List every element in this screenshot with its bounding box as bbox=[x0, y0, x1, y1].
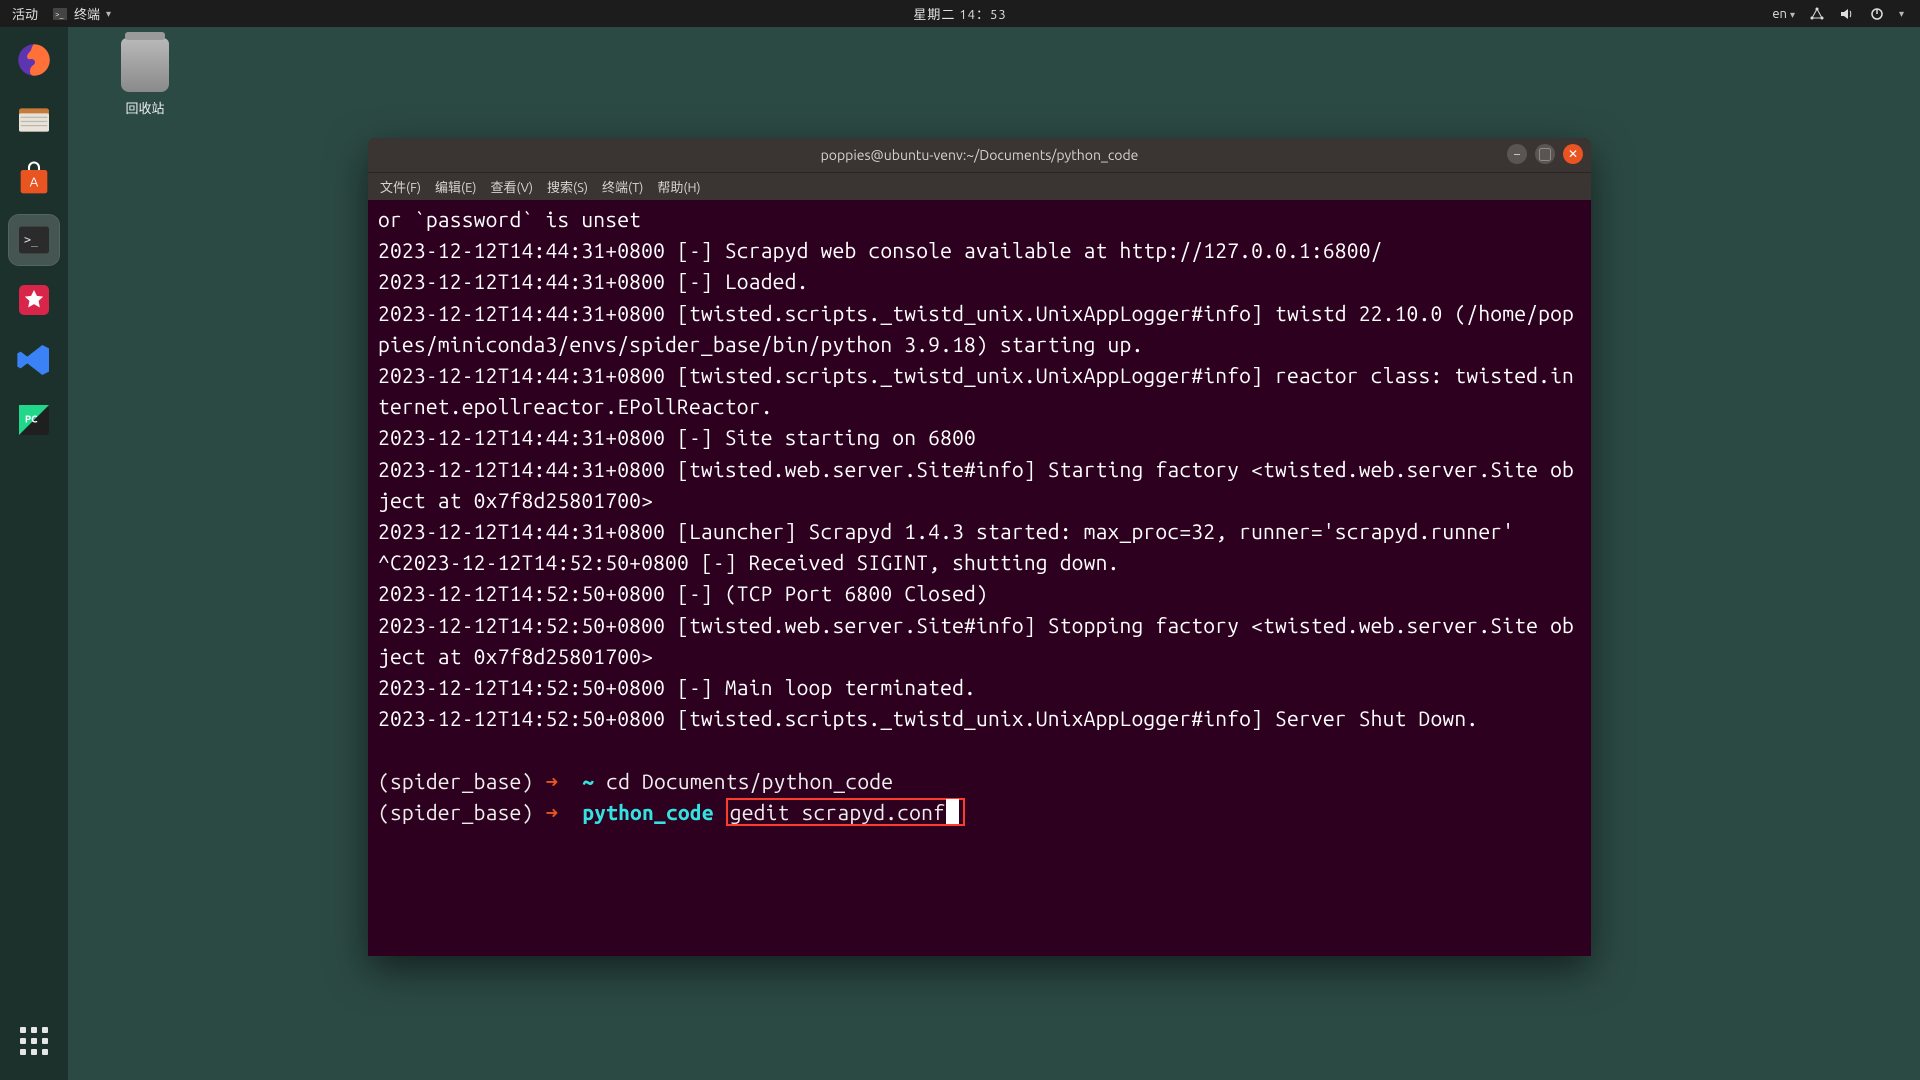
show-applications[interactable] bbox=[9, 1016, 59, 1066]
dock-software[interactable]: A bbox=[9, 155, 59, 205]
input-language[interactable]: en ▾ bbox=[1772, 7, 1795, 21]
highlighted-command: gedit scrapyd.conf bbox=[726, 798, 965, 826]
window-title: poppies@ubuntu-venv:~/Documents/python_c… bbox=[821, 147, 1139, 163]
window-close-button[interactable]: ✕ bbox=[1563, 144, 1583, 164]
window-maximize-button[interactable]: ▢ bbox=[1535, 144, 1555, 164]
prompt-dir: python_code bbox=[582, 800, 714, 824]
prompt-dir: ~ bbox=[582, 769, 594, 793]
dock: A >_ PC bbox=[0, 27, 68, 1080]
dock-pycharm[interactable]: PC bbox=[9, 395, 59, 445]
window-minimize-button[interactable]: – bbox=[1507, 144, 1527, 164]
trash-icon bbox=[121, 38, 169, 92]
svg-text:PC: PC bbox=[25, 414, 38, 425]
log-line: 2023-12-12T14:44:31+0800 [twisted.script… bbox=[378, 301, 1574, 356]
dock-files[interactable] bbox=[9, 95, 59, 145]
log-line: 2023-12-12T14:44:31+0800 [Launcher] Scra… bbox=[378, 519, 1514, 543]
terminal-titlebar[interactable]: poppies@ubuntu-venv:~/Documents/python_c… bbox=[368, 138, 1591, 172]
svg-text:>_: >_ bbox=[24, 232, 39, 246]
volume-icon[interactable] bbox=[1839, 6, 1855, 22]
log-line: 2023-12-12T14:44:31+0800 [-] Site starti… bbox=[378, 425, 976, 449]
log-line: 2023-12-12T14:44:31+0800 [twisted.web.se… bbox=[378, 457, 1574, 512]
log-line: ^C2023-12-12T14:52:50+0800 [-] Received … bbox=[378, 550, 1120, 574]
gnome-top-panel: 活动 >_ 终端 ▾ 星期二 14：53 en ▾ ▾ bbox=[0, 0, 1920, 27]
app-menu-label: 终端 bbox=[74, 4, 100, 23]
menu-help[interactable]: 帮助(H) bbox=[657, 177, 700, 196]
log-line: 2023-12-12T14:44:31+0800 [-] Loaded. bbox=[378, 269, 809, 293]
activities-button[interactable]: 活动 bbox=[12, 4, 38, 23]
terminal-window: poppies@ubuntu-venv:~/Documents/python_c… bbox=[368, 138, 1591, 956]
prompt-command: cd Documents/python_code bbox=[606, 769, 893, 793]
prompt-env: (spider_base) bbox=[378, 769, 533, 793]
prompt-arrow: ➜ bbox=[545, 769, 558, 793]
terminal-icon: >_ bbox=[52, 6, 68, 22]
chevron-down-icon: ▾ bbox=[106, 8, 111, 20]
menu-search[interactable]: 搜索(S) bbox=[547, 177, 588, 196]
power-icon[interactable] bbox=[1869, 6, 1885, 22]
menu-edit[interactable]: 编辑(E) bbox=[435, 177, 476, 196]
log-line: or `password` is unset bbox=[378, 207, 641, 231]
terminal-output[interactable]: or `password` is unset 2023-12-12T14:44:… bbox=[368, 200, 1591, 838]
prompt-arrow: ➜ bbox=[545, 800, 558, 824]
menu-view[interactable]: 查看(V) bbox=[491, 177, 533, 196]
prompt-env: (spider_base) bbox=[378, 800, 533, 824]
log-line: 2023-12-12T14:44:31+0800 [twisted.script… bbox=[378, 363, 1574, 418]
svg-text:>_: >_ bbox=[55, 10, 64, 19]
log-line: 2023-12-12T14:44:31+0800 [-] Scrapyd web… bbox=[378, 238, 1383, 262]
dock-terminal[interactable]: >_ bbox=[9, 215, 59, 265]
clock[interactable]: 星期二 14：53 bbox=[913, 4, 1006, 23]
menu-file[interactable]: 文件(F) bbox=[380, 177, 421, 196]
cursor bbox=[946, 799, 959, 824]
log-line: 2023-12-12T14:52:50+0800 [-] Main loop t… bbox=[378, 675, 976, 699]
network-icon[interactable] bbox=[1809, 6, 1825, 22]
dock-starred[interactable] bbox=[9, 275, 59, 325]
log-line: 2023-12-12T14:52:50+0800 [-] (TCP Port 6… bbox=[378, 581, 988, 605]
desktop-trash[interactable]: 回收站 bbox=[100, 38, 190, 117]
dock-vscode[interactable] bbox=[9, 335, 59, 385]
menu-terminal[interactable]: 终端(T) bbox=[602, 177, 643, 196]
terminal-menubar: 文件(F) 编辑(E) 查看(V) 搜索(S) 终端(T) 帮助(H) bbox=[368, 172, 1591, 200]
dock-firefox[interactable] bbox=[9, 35, 59, 85]
app-menu[interactable]: >_ 终端 ▾ bbox=[52, 4, 111, 23]
svg-text:A: A bbox=[30, 175, 39, 190]
log-line: 2023-12-12T14:52:50+0800 [twisted.web.se… bbox=[378, 613, 1574, 668]
log-line: 2023-12-12T14:52:50+0800 [twisted.script… bbox=[378, 706, 1478, 730]
system-menu-chevron-icon[interactable]: ▾ bbox=[1899, 8, 1904, 20]
trash-label: 回收站 bbox=[100, 98, 190, 117]
